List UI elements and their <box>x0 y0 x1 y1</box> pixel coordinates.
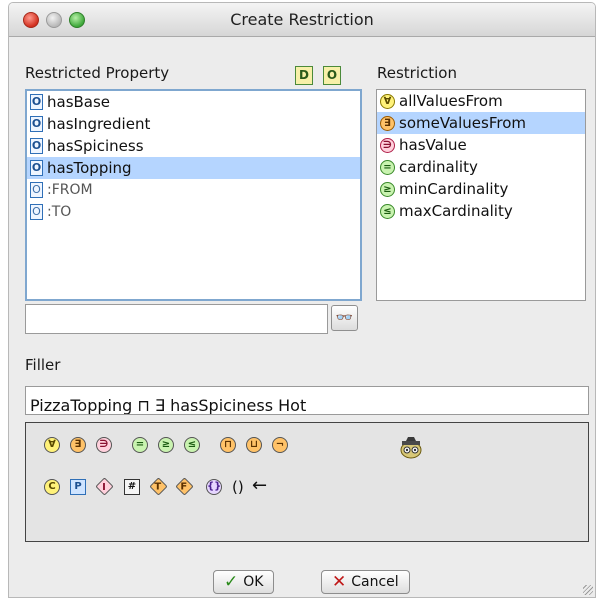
expression-palette: ∀ ∃ ∋ = ≥ ≤ ⊓ ⊔ ¬ C P I # T F {} () ← <box>25 422 589 542</box>
palette-oneof-button[interactable]: {} <box>206 479 222 495</box>
palette-backspace-button[interactable]: ← <box>252 477 267 495</box>
restriction-item-somevaluesfrom[interactable]: ∃ someValuesFrom <box>377 112 585 134</box>
property-item-to[interactable]: O :TO <box>27 201 360 223</box>
property-label: hasTopping <box>47 159 132 177</box>
palette-property-button[interactable]: P <box>70 479 86 495</box>
filler-label: Filler <box>25 356 61 374</box>
object-property-icon: O <box>30 160 43 176</box>
restriction-item-mincardinality[interactable]: ≥ minCardinality <box>377 178 585 200</box>
property-item-from[interactable]: O :FROM <box>27 179 360 201</box>
resize-handle[interactable] <box>583 585 593 595</box>
palette-class-button[interactable]: C <box>44 479 60 495</box>
ok-button[interactable]: ✓ OK <box>213 570 275 594</box>
object-property-icon: O <box>30 204 43 220</box>
ok-label: OK <box>243 574 264 590</box>
palette-exists-button[interactable]: ∃ <box>70 437 86 453</box>
palette-false-button[interactable]: F <box>175 477 194 496</box>
property-search-input[interactable] <box>25 304 328 334</box>
restriction-label-text: allValuesFrom <box>399 92 503 110</box>
property-item-hasbase[interactable]: O hasBase <box>27 91 360 113</box>
palette-intersection-button[interactable]: ⊓ <box>220 437 236 453</box>
property-item-hasspiciness[interactable]: O hasSpiciness <box>27 135 360 157</box>
restricted-property-label: Restricted Property <box>25 64 170 82</box>
equals-icon: = <box>380 159 395 175</box>
property-label: hasBase <box>47 93 111 111</box>
less-equal-icon: ≤ <box>380 203 395 219</box>
property-label: hasIngredient <box>47 115 151 133</box>
restriction-list[interactable]: ∀ allValuesFrom ∃ someValuesFrom ∋ hasVa… <box>376 89 586 301</box>
create-datatype-property-button[interactable]: D <box>295 66 313 85</box>
restriction-item-allvaluesfrom[interactable]: ∀ allValuesFrom <box>377 90 585 112</box>
wizard-icon[interactable] <box>398 437 424 459</box>
create-object-property-button[interactable]: O <box>323 66 341 85</box>
property-label: :FROM <box>47 182 93 198</box>
restriction-label: Restriction <box>377 64 457 82</box>
property-label: hasSpiciness <box>47 137 144 155</box>
object-property-icon: O <box>30 94 43 110</box>
object-property-icon: O <box>30 138 43 154</box>
palette-hasvalue-button[interactable]: ∋ <box>96 437 112 453</box>
palette-forall-button[interactable]: ∀ <box>44 437 60 453</box>
palette-true-button[interactable]: T <box>149 477 168 496</box>
cancel-label: Cancel <box>351 574 399 590</box>
filler-input[interactable]: PizzaTopping ⊓ ∃ hasSpiciness Hot <box>25 386 589 415</box>
property-item-hasingredient[interactable]: O hasIngredient <box>27 113 360 135</box>
palette-datatype-button[interactable]: # <box>124 479 140 495</box>
window-title: Create Restriction <box>230 10 374 29</box>
restriction-label-text: cardinality <box>399 158 478 176</box>
palette-parentheses-button[interactable]: () <box>232 479 244 495</box>
property-item-hastopping[interactable]: O hasTopping <box>27 157 360 179</box>
palette-not-button[interactable]: ¬ <box>272 437 288 453</box>
cancel-button[interactable]: ✕ Cancel <box>321 570 410 594</box>
palette-individual-button[interactable]: I <box>95 477 114 496</box>
palette-union-button[interactable]: ⊔ <box>246 437 262 453</box>
property-label: :TO <box>47 204 72 220</box>
restriction-label-text: maxCardinality <box>399 202 513 220</box>
restricted-property-list[interactable]: O hasBase O hasIngredient O hasSpiciness… <box>25 89 362 301</box>
palette-greater-equal-button[interactable]: ≥ <box>158 437 174 453</box>
for-all-icon: ∀ <box>380 93 395 109</box>
restriction-item-cardinality[interactable]: = cardinality <box>377 156 585 178</box>
exists-icon: ∃ <box>380 115 395 131</box>
palette-less-equal-button[interactable]: ≤ <box>184 437 200 453</box>
create-restriction-dialog: Create Restriction Restricted Property D… <box>8 2 596 598</box>
search-button[interactable]: 👓 <box>331 305 358 331</box>
object-property-icon: O <box>30 182 43 198</box>
binoculars-icon: 👓 <box>335 310 354 326</box>
x-icon: ✕ <box>332 572 347 592</box>
restriction-label-text: minCardinality <box>399 180 509 198</box>
object-property-icon: O <box>30 116 43 132</box>
greater-equal-icon: ≥ <box>380 181 395 197</box>
restriction-item-maxcardinality[interactable]: ≤ maxCardinality <box>377 200 585 222</box>
checkmark-icon: ✓ <box>224 572 239 592</box>
title-bar: Create Restriction <box>9 3 595 37</box>
restriction-label-text: someValuesFrom <box>399 114 527 132</box>
palette-equals-button[interactable]: = <box>132 437 148 453</box>
restriction-label-text: hasValue <box>399 136 467 154</box>
restriction-item-hasvalue[interactable]: ∋ hasValue <box>377 134 585 156</box>
has-value-icon: ∋ <box>380 137 395 153</box>
